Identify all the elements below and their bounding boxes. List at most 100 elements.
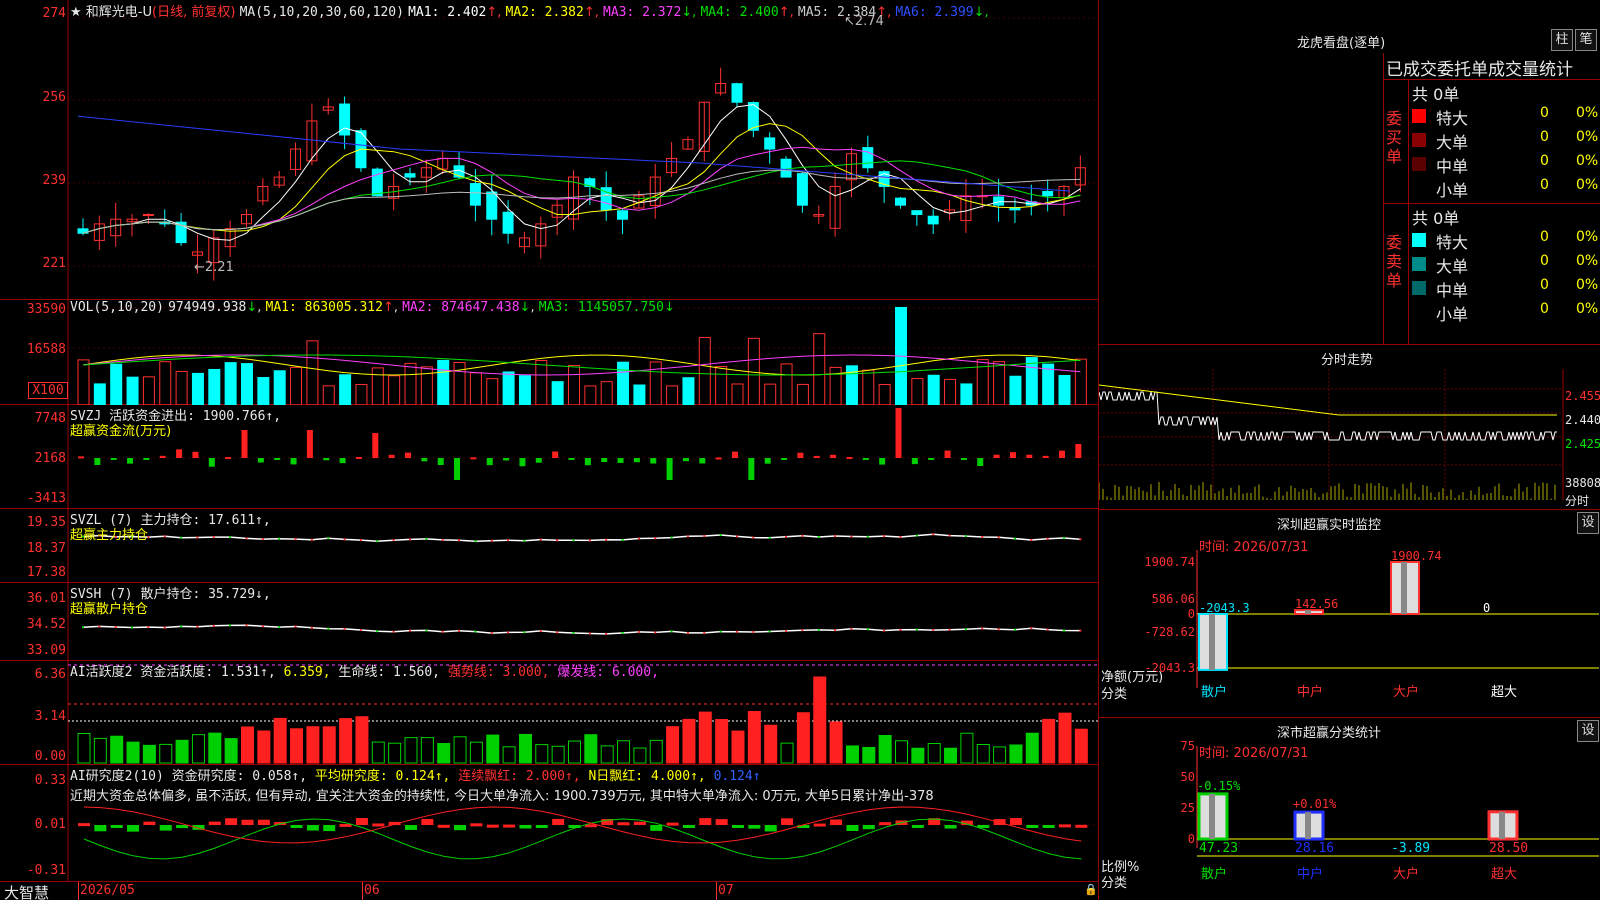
kline-chart[interactable] [0,0,1098,300]
ai-research-bar [290,825,303,828]
svzj-bar [601,458,608,463]
classify-bar-shade [1305,812,1311,839]
volume-value: 974949.938 [168,300,247,315]
svzl-line-dot [605,538,608,541]
svzl-line-dot [196,536,199,539]
svsh-line-dot [229,624,232,627]
volume-bar [273,370,286,405]
ai-research-bar [715,819,728,825]
ai-research-bar [225,818,238,825]
svzj-bar [405,452,411,458]
volume-bar [633,384,646,405]
volume-bar [404,362,417,405]
svzl-line-dot [686,535,689,538]
volume-bar [224,362,237,405]
svzj-y-tick: 2168 [34,451,66,466]
svzl-line-dot [1079,538,1082,541]
ai-research-bar [535,825,548,828]
ai-active-bar [77,732,91,764]
ai-research-panel[interactable]: AI研究度2(10) 资金研究度: 0.058↑, 平均研究度: 0.124↑,… [0,765,1098,882]
ai-active-header: AI活跃度2 资金活跃度: 1.531↑, 6.359, 生命线: 1.560,… [70,661,659,680]
svsh-y-tick: 33.09 [26,643,66,658]
monitor-y-tick: -728.62 [1144,625,1195,639]
ai-active-panel[interactable]: AI活跃度2 资金活跃度: 1.531↑, 6.359, 生命线: 1.560,… [0,661,1098,765]
svsh-line-dot [523,631,526,634]
candle [502,211,514,234]
svsh-line-dot [915,628,918,631]
svzl-line-dot [539,538,542,541]
period-label: (日线, 前复权) [152,5,236,20]
ai-active-bar [584,734,598,764]
monitor-chart: 1900.74586.060-728.62-2043.3-2043.3散户142… [1144,549,1599,700]
svzl-line-dot [932,533,935,536]
svsh-line-dot [163,626,166,629]
svsh-line-dot [768,630,771,633]
svzl-line-dot [278,537,281,540]
kline-panel[interactable]: ★ 和辉光电-U(日线, 前复权) MA(5,10,20,30,60,120) … [0,0,1098,300]
kline-y-tick: 239 [42,173,66,188]
svzj-panel[interactable]: SVZJ 活跃资金进出: 1900.766↑, 超赢资金流(万元) 7748 2… [0,405,1098,509]
ai-research-bar [355,818,368,825]
svsh-panel[interactable]: SVSH (7) 散户持仓: 35.729↓, 超赢散户持仓 36.01 34.… [0,583,1098,661]
svzj-bar [535,458,542,463]
ai-active-bar [191,734,205,764]
intraday-chart[interactable] [1099,345,1600,510]
svzl-line-dot [866,535,869,538]
svzl-line-dot [1030,539,1033,541]
volume-chart[interactable] [0,300,1098,405]
svsh-line-dot [1063,629,1065,632]
ai-active-bar [241,726,254,764]
ai-research-bar [503,824,516,828]
classify-value-label: 28.16 [1295,841,1334,856]
intraday-box[interactable]: 分时走势 2.455 2.440 2.425 38808 分时 [1099,345,1600,510]
classify-value-label: 47.23 [1199,841,1238,856]
classify-category-label: 散户 [1201,866,1227,882]
right-sidebar: 龙虎看盘(逐单) 柱 笔 已成交委托单成交量统计 委买单 共 0单 特大 0 0% 大… [1098,0,1600,900]
bar-mode-button[interactable]: 柱 [1551,29,1573,51]
monitor-value-label: -2043.3 [1199,601,1250,615]
svzl-line-dot [703,535,706,537]
classify-y-tick: 50 [1181,770,1195,784]
volume-unit-badge[interactable]: X100 [28,382,68,399]
ai-active-bar [469,741,483,764]
monitor-category-label: 超大 [1491,685,1517,700]
svzj-bar [895,408,902,458]
svzl-line-dot [801,534,804,537]
svzl-line-dot [670,536,673,539]
volume-bar [322,385,335,405]
svzl-panel[interactable]: SVZL (7) 主力持仓: 17.611↑, 超赢主力持仓 19.35 18.… [0,509,1098,583]
svzj-bar [617,458,624,463]
svzj-subtitle: 超赢资金流(万元) [70,424,172,439]
ai-active-bar [780,742,794,764]
classify-bar-shade [1499,811,1505,839]
volume-bar [518,375,531,405]
sell-pct: 0% [1576,301,1599,317]
svsh-line-dot [817,628,820,631]
candle [404,173,416,178]
monitor-bar-shade [1209,614,1215,670]
svsh-line-dot [556,631,559,634]
kline-y-tick: 274 [42,6,66,21]
svsh-line-dot [834,629,837,632]
svsh-line-dot [114,626,117,628]
tick-mode-button[interactable]: 笔 [1575,29,1597,51]
buy-row: 中单 0 0% [1412,153,1600,176]
lock-icon[interactable]: 🔒 [1084,883,1098,896]
svzj-bar [323,458,330,461]
volume-panel[interactable]: VOL(5,10,20) 974949.938↓, MA1: 863005.31… [0,300,1098,405]
favorite-star-icon[interactable]: ★ [70,5,82,20]
volume-bar [1058,374,1071,405]
ai-research-y-tick: -0.31 [26,863,66,878]
intraday-y-tick: 2.425 [1565,437,1600,451]
svzl-line-dot [948,534,951,537]
svsh-line-dot [964,628,967,631]
ai-research-bar [1026,825,1039,828]
ai-research-bar [944,825,957,829]
ai-research-bar [879,822,892,826]
ai-active-bar [420,737,434,764]
svzl-line-dot [343,538,346,541]
svzl-line-dot [834,535,837,537]
ai-research-header: AI研究度2(10) 资金研究度: 0.058↑, 平均研究度: 0.124↑,… [70,765,761,784]
svsh-line-dot [82,626,84,629]
ma-arrow: ↓, [681,5,701,20]
